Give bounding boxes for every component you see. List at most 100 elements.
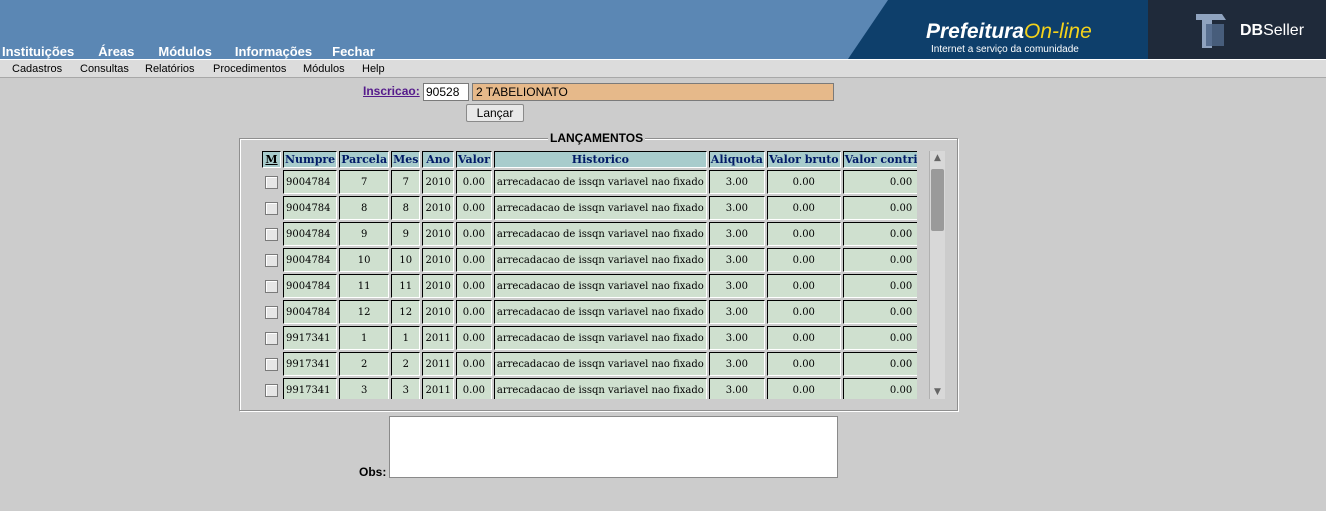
menu-fechar[interactable]: Fechar bbox=[332, 44, 375, 59]
cell-valor: 0.00 bbox=[455, 300, 492, 324]
cell-aliquota: 3.00 bbox=[708, 222, 765, 246]
lancar-button[interactable]: Lançar bbox=[466, 104, 524, 122]
cell-historico: arrecadacao de issqn variavel nao fixado bbox=[493, 274, 707, 298]
table-row: 9004784 7 7 2010 0.00 arrecadacao de issqn va… bbox=[262, 170, 917, 194]
cell-valor-bruto: 0.00 bbox=[766, 170, 841, 194]
col-marcar[interactable]: M bbox=[262, 151, 281, 168]
row-checkbox[interactable] bbox=[265, 253, 278, 267]
lancamentos-legend: LANÇAMENTOS bbox=[548, 131, 646, 145]
cell-valor-bruto: 0.00 bbox=[766, 196, 841, 220]
cell-numpre: 9004784 bbox=[283, 248, 338, 272]
menu-areas[interactable]: Áreas bbox=[98, 44, 134, 59]
cell-valor: 0.00 bbox=[455, 326, 492, 350]
row-select-cell bbox=[262, 352, 281, 376]
cell-valor-bruto: 0.00 bbox=[766, 326, 841, 350]
row-select-cell bbox=[262, 248, 281, 272]
col-valor-contribuinte: Valor contribuinte bbox=[842, 151, 917, 168]
cell-valor: 0.00 bbox=[455, 196, 492, 220]
obs-textarea[interactable] bbox=[389, 416, 838, 478]
logo-subtitle: Internet a serviço da comunidade bbox=[931, 44, 1079, 55]
cell-numpre: 9004784 bbox=[283, 300, 338, 324]
submenu-help[interactable]: Help bbox=[362, 62, 385, 76]
main-menu: Instituições Áreas Módulos Informações F… bbox=[2, 44, 375, 59]
row-checkbox[interactable] bbox=[265, 357, 278, 371]
row-select-cell bbox=[262, 326, 281, 350]
submenu-procedimentos[interactable]: Procedimentos bbox=[213, 62, 286, 76]
table-row: 9917341 2 2 2011 0.00 arrecadacao de issqn va… bbox=[262, 352, 917, 376]
cell-numpre: 9917341 bbox=[283, 378, 338, 399]
table-row: 9004784 9 9 2010 0.00 arrecadacao de issqn va… bbox=[262, 222, 917, 246]
row-checkbox[interactable] bbox=[265, 175, 278, 189]
row-checkbox[interactable] bbox=[265, 227, 278, 241]
cell-aliquota: 3.00 bbox=[708, 274, 765, 298]
table-row: 9004784 8 8 2010 0.00 arrecadacao de issqn va… bbox=[262, 196, 917, 220]
row-checkbox[interactable] bbox=[265, 305, 278, 319]
cell-historico: arrecadacao de issqn variavel nao fixado bbox=[493, 196, 707, 220]
cell-valor-bruto: 0.00 bbox=[766, 274, 841, 298]
table-row: 9004784 12 12 2010 0.00 arrecadacao de issqn … bbox=[262, 300, 917, 324]
table-row: 9917341 1 1 2011 0.00 arrecadacao de issqn va… bbox=[262, 326, 917, 350]
cell-parcela: 3 bbox=[339, 378, 390, 399]
grid-scrollbar[interactable]: ▲ ▼ bbox=[929, 151, 945, 399]
row-checkbox[interactable] bbox=[265, 383, 278, 397]
table-row: 9004784 11 11 2010 0.00 arrecadacao de issqn … bbox=[262, 274, 917, 298]
dbseller-mark-icon bbox=[1196, 14, 1226, 48]
row-checkbox[interactable] bbox=[265, 279, 278, 293]
cell-aliquota: 3.00 bbox=[708, 196, 765, 220]
cell-ano: 2010 bbox=[422, 300, 454, 324]
lancamentos-table: M Numpre Parcela Mes Ano Valor Historico… bbox=[262, 151, 917, 399]
col-ano: Ano bbox=[422, 151, 454, 168]
table-row: 9917341 3 3 2011 0.00 arrecadacao de issqn va… bbox=[262, 378, 917, 399]
row-select-cell bbox=[262, 300, 281, 324]
logo-swoosh bbox=[848, 0, 888, 59]
submenu-consultas[interactable]: Consultas bbox=[80, 62, 129, 76]
menu-instituicoes[interactable]: Instituições bbox=[2, 44, 74, 59]
cell-valor: 0.00 bbox=[455, 352, 492, 376]
submenu-cadastros[interactable]: Cadastros bbox=[12, 62, 62, 76]
cell-valor: 0.00 bbox=[455, 248, 492, 272]
scroll-up-icon[interactable]: ▲ bbox=[930, 151, 945, 165]
cell-valor-contribuinte: 0.00 bbox=[842, 170, 917, 194]
cell-ano: 2010 bbox=[422, 274, 454, 298]
col-numpre: Numpre bbox=[283, 151, 338, 168]
lancamentos-grid: M Numpre Parcela Mes Ano Valor Historico… bbox=[262, 151, 917, 399]
cell-ano: 2011 bbox=[422, 326, 454, 350]
cell-historico: arrecadacao de issqn variavel nao fixado bbox=[493, 170, 707, 194]
cell-historico: arrecadacao de issqn variavel nao fixado bbox=[493, 222, 707, 246]
logo-title-main: Prefeitura bbox=[926, 20, 1025, 43]
row-checkbox[interactable] bbox=[265, 201, 278, 215]
logo-title: PrefeituraOn-line bbox=[926, 20, 1092, 44]
cell-ano: 2010 bbox=[422, 248, 454, 272]
cell-valor-contribuinte: 0.00 bbox=[842, 326, 917, 350]
row-select-cell bbox=[262, 196, 281, 220]
cell-ano: 2011 bbox=[422, 352, 454, 376]
cell-mes: 11 bbox=[391, 274, 421, 298]
cell-historico: arrecadacao de issqn variavel nao fixado bbox=[493, 248, 707, 272]
cell-valor-contribuinte: 0.00 bbox=[842, 300, 917, 324]
cell-mes: 9 bbox=[391, 222, 421, 246]
scroll-thumb[interactable] bbox=[931, 169, 944, 231]
menu-modulos[interactable]: Módulos bbox=[158, 44, 211, 59]
cell-aliquota: 3.00 bbox=[708, 300, 765, 324]
cell-ano: 2011 bbox=[422, 378, 454, 399]
cell-aliquota: 3.00 bbox=[708, 248, 765, 272]
menu-informacoes[interactable]: Informações bbox=[235, 44, 312, 59]
cell-historico: arrecadacao de issqn variavel nao fixado bbox=[493, 378, 707, 399]
submenu-relatorios[interactable]: Relatórios bbox=[145, 62, 195, 76]
cell-valor-bruto: 0.00 bbox=[766, 222, 841, 246]
cell-historico: arrecadacao de issqn variavel nao fixado bbox=[493, 326, 707, 350]
scroll-down-icon[interactable]: ▼ bbox=[930, 385, 945, 399]
cell-historico: arrecadacao de issqn variavel nao fixado bbox=[493, 352, 707, 376]
table-row: 9004784 10 10 2010 0.00 arrecadacao de issqn … bbox=[262, 248, 917, 272]
cell-valor-bruto: 0.00 bbox=[766, 378, 841, 399]
submenu-modulos[interactable]: Módulos bbox=[303, 62, 345, 76]
inscricao-link[interactable]: Inscricao: bbox=[363, 84, 420, 98]
cell-mes: 8 bbox=[391, 196, 421, 220]
cell-numpre: 9004784 bbox=[283, 274, 338, 298]
cell-mes: 7 bbox=[391, 170, 421, 194]
cell-numpre: 9004784 bbox=[283, 170, 338, 194]
dbseller-wordmark: DBSeller bbox=[1240, 22, 1304, 40]
inscricao-code-input[interactable]: 90528 bbox=[423, 83, 469, 101]
prefeitura-online-logo: PrefeituraOn-line Internet a serviço da … bbox=[848, 0, 1148, 59]
row-checkbox[interactable] bbox=[265, 331, 278, 345]
